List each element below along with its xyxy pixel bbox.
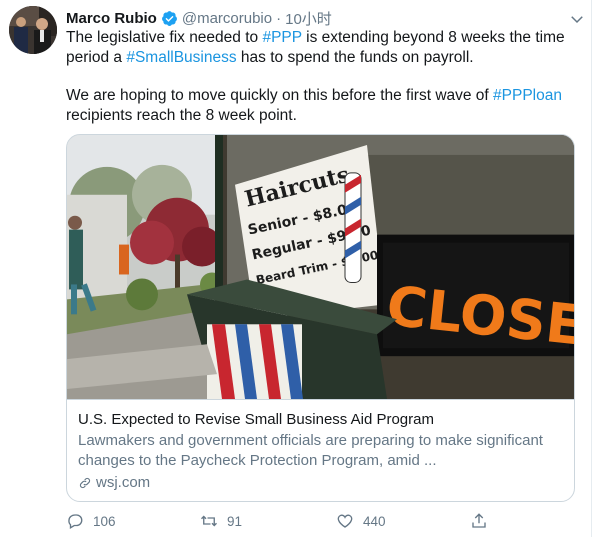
- text-segment: We are hoping to move quickly on this be…: [66, 87, 494, 104]
- tweet-header: Marco Rubio @marcorubio · 10小时: [66, 8, 586, 28]
- reply-icon: [68, 514, 83, 529]
- tweet-paragraph-2: We are hoping to move quickly on this be…: [66, 86, 574, 125]
- tweet-actions: 106 91 440: [66, 508, 586, 534]
- tweet-text: The legislative fix needed to #PPP is ex…: [66, 28, 574, 125]
- card-domain-text: wsj.com: [96, 474, 151, 491]
- like-count: 440: [363, 513, 386, 529]
- card-title[interactable]: U.S. Expected to Revise Small Business A…: [78, 410, 563, 430]
- card-domain[interactable]: wsj.com: [78, 473, 563, 493]
- card-image: Haircuts Senior - $8.00 Regular - $9.00 …: [67, 135, 574, 400]
- card-body: U.S. Expected to Revise Small Business A…: [78, 410, 563, 493]
- text-segment: The legislative fix needed to: [66, 29, 263, 46]
- chevron-down-icon[interactable]: [568, 10, 586, 28]
- text-segment: has to spend the funds on payroll.: [236, 48, 474, 66]
- share-button[interactable]: [470, 508, 497, 534]
- like-button[interactable]: 440: [336, 508, 386, 534]
- verified-badge-icon: [161, 10, 177, 26]
- separator-dot: ·: [276, 9, 282, 27]
- retweet-icon: [201, 515, 217, 527]
- avatar[interactable]: [9, 6, 57, 54]
- share-icon: [472, 513, 486, 528]
- text-segment: recipients reach the 8 week point.: [66, 106, 297, 124]
- hashtag-ppp[interactable]: #PPP: [262, 29, 301, 46]
- retweet-button[interactable]: 91: [200, 508, 242, 534]
- link-icon: [79, 477, 91, 489]
- author-name[interactable]: Marco Rubio: [66, 10, 157, 27]
- reply-count: 106: [93, 513, 116, 529]
- hashtag-smallbusiness[interactable]: #SmallBusiness: [126, 49, 236, 66]
- avatar-photo: [9, 6, 57, 54]
- heart-icon: [337, 514, 353, 528]
- card-description: Lawmakers and government officials are p…: [78, 432, 543, 469]
- hashtag-pppLoan[interactable]: #PPPloan: [493, 87, 562, 104]
- tweet-paragraph-1: The legislative fix needed to #PPP is ex…: [66, 28, 574, 67]
- tweet[interactable]: Marco Rubio @marcorubio · 10小时 The legis…: [0, 0, 592, 537]
- timestamp[interactable]: 10小时: [285, 8, 332, 29]
- reply-button[interactable]: 106: [66, 508, 116, 534]
- author-handle[interactable]: @marcorubio: [182, 10, 272, 27]
- retweet-count: 91: [227, 513, 243, 529]
- link-preview-card[interactable]: Haircuts Senior - $8.00 Regular - $9.00 …: [66, 134, 575, 502]
